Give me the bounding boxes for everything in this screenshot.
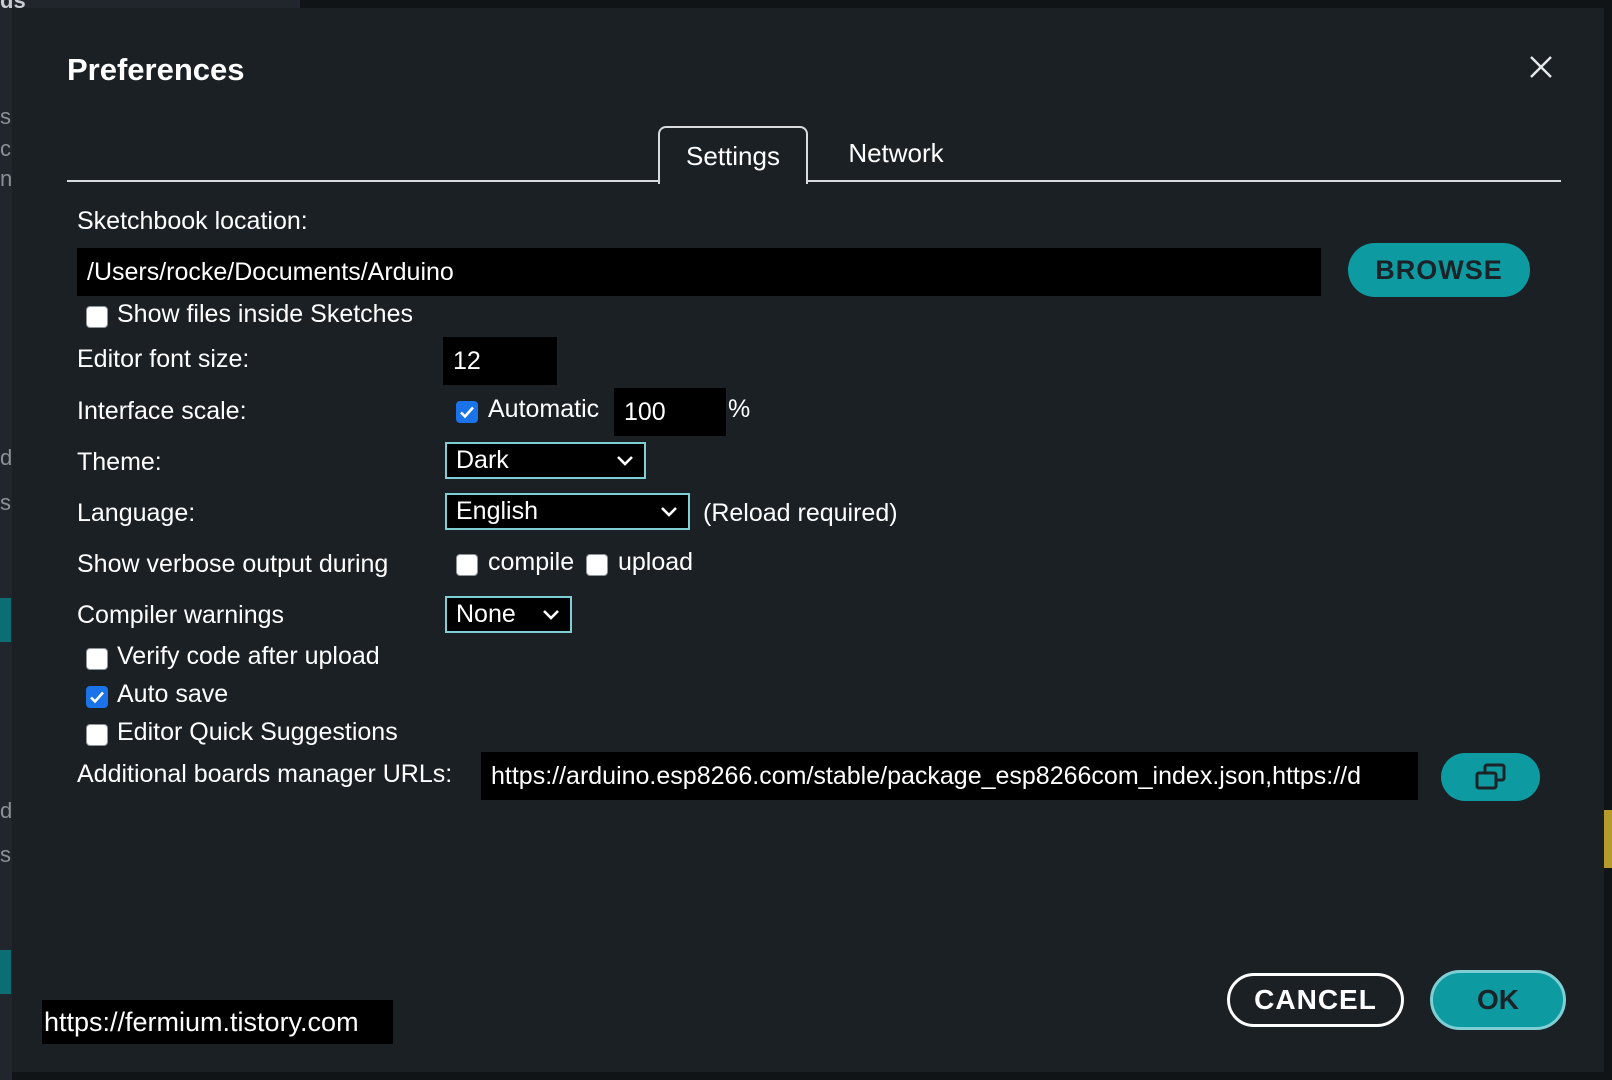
background-text: s (0, 842, 11, 867)
quick-suggestions-checkbox[interactable] (86, 724, 108, 746)
compiler-warnings-select[interactable]: None (445, 596, 572, 633)
language-reload-note: (Reload required) (703, 499, 898, 527)
automatic-scale-checkbox[interactable] (456, 401, 478, 423)
ok-button-label: OK (1477, 984, 1519, 1015)
verify-after-upload-label: Verify code after upload (117, 642, 380, 670)
dialog-title: Preferences (67, 52, 245, 87)
verbose-compile-label: compile (488, 548, 575, 576)
boards-manager-urls-label: Additional boards manager URLs: (77, 760, 453, 788)
editor-font-size-input[interactable]: 12 (443, 337, 557, 385)
preferences-dialog: Preferences Settings Network Sketchbook … (12, 8, 1604, 1072)
editor-font-size-label: Editor font size: (77, 345, 250, 373)
open-window-icon (1475, 763, 1505, 790)
open-urls-editor-button[interactable] (1441, 753, 1540, 801)
close-icon (1530, 56, 1552, 78)
auto-save-label: Auto save (117, 680, 229, 708)
tab-network[interactable]: Network (822, 126, 970, 180)
sketchbook-location-label: Sketchbook location: (77, 207, 308, 235)
compiler-warnings-selected-value: None (456, 600, 516, 628)
verify-after-upload-checkbox[interactable] (86, 648, 108, 670)
verbose-compile-checkbox[interactable] (456, 554, 478, 576)
verbose-upload-checkbox[interactable] (586, 554, 608, 576)
theme-selected-value: Dark (456, 446, 509, 474)
background-text: c (0, 136, 11, 161)
background-app-header (0, 0, 300, 8)
browse-button[interactable]: BROWSE (1348, 243, 1530, 297)
cancel-button-label: CANCEL (1254, 984, 1377, 1015)
browse-button-label: BROWSE (1375, 254, 1503, 285)
quick-suggestions-label: Editor Quick Suggestions (117, 718, 398, 746)
verbose-output-label: Show verbose output during (77, 550, 389, 578)
language-selected-value: English (456, 497, 538, 525)
checkmark-icon (460, 406, 474, 419)
theme-select[interactable]: Dark (445, 442, 646, 479)
background-teal-marker (0, 598, 11, 642)
chevron-down-icon (543, 609, 559, 620)
watermark: https://fermium.tistory.com (42, 1000, 393, 1044)
theme-label: Theme: (77, 448, 162, 476)
background-teal-marker (0, 950, 11, 994)
verbose-upload-label: upload (618, 548, 694, 576)
compiler-warnings-label: Compiler warnings (77, 601, 285, 629)
interface-scale-label: Interface scale: (77, 397, 247, 425)
language-label: Language: (77, 499, 196, 527)
cancel-button[interactable]: CANCEL (1227, 973, 1404, 1027)
interface-scale-unit: % (728, 395, 751, 423)
sketchbook-location-input[interactable]: /Users/rocke/Documents/Arduino (77, 248, 1321, 296)
background-text: s (0, 490, 11, 515)
checkmark-icon (90, 691, 104, 704)
background-text: d (0, 445, 13, 470)
chevron-down-icon (617, 455, 633, 466)
ok-button[interactable]: OK (1430, 970, 1566, 1030)
interface-scale-input[interactable]: 100 (614, 388, 726, 436)
automatic-scale-label: Automatic (488, 395, 600, 423)
chevron-down-icon (661, 506, 677, 517)
tab-settings-label: Settings (686, 140, 780, 171)
tab-settings[interactable]: Settings (658, 126, 808, 184)
background-text: d (0, 798, 13, 823)
language-select[interactable]: English (445, 493, 690, 530)
show-files-label: Show files inside Sketches (117, 300, 413, 328)
close-button[interactable] (1524, 50, 1558, 84)
boards-manager-urls-input[interactable]: https://arduino.esp8266.com/stable/packa… (481, 752, 1418, 800)
background-app-edge (0, 0, 12, 1080)
auto-save-checkbox[interactable] (86, 686, 108, 708)
background-scroll-marker (1604, 810, 1612, 868)
background-text: s (0, 104, 11, 129)
tab-bar-divider (67, 180, 1561, 182)
tab-network-label: Network (848, 137, 944, 168)
show-files-checkbox[interactable] (86, 306, 108, 328)
